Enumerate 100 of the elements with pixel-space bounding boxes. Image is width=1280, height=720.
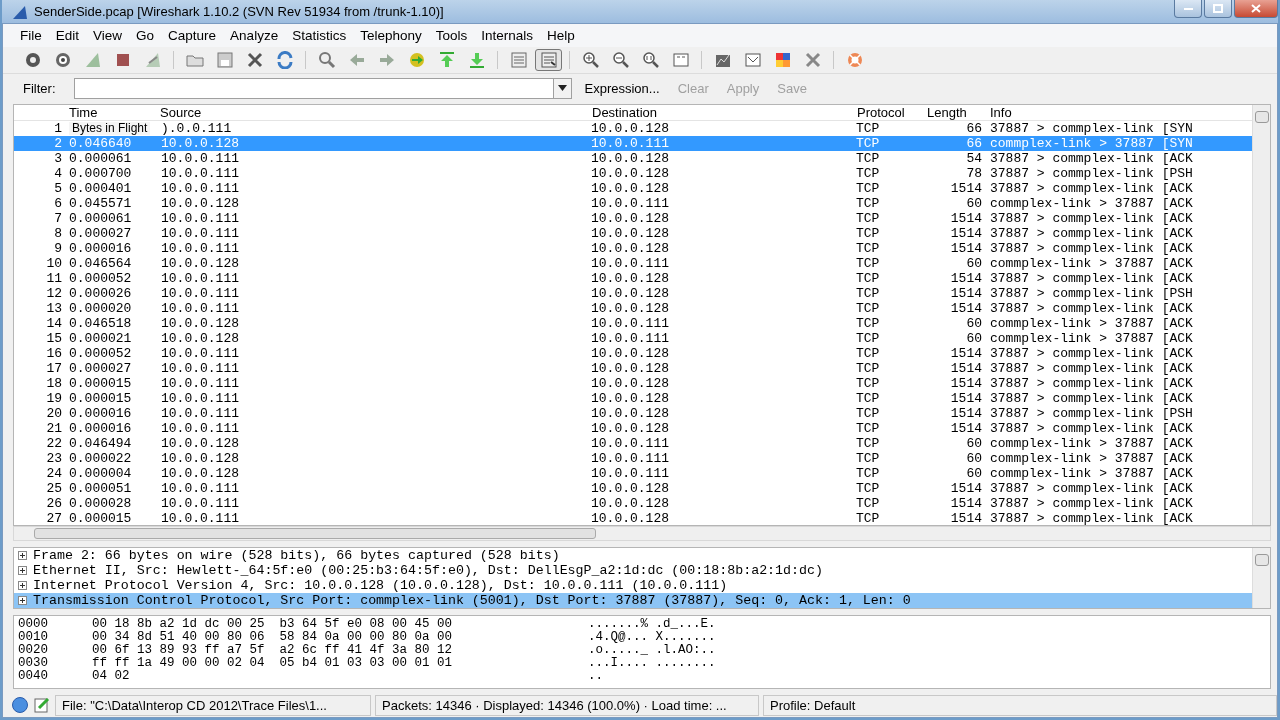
packet-row[interactable]: 16 0.000052 10.0.0.111 10.0.0.128 TCP 1514 37887 > commplex-link [ACK — [14, 346, 1252, 361]
packet-row[interactable]: 23 0.000022 10.0.0.128 10.0.0.111 TCP 60 commplex-link > 37887 [ACK — [14, 451, 1252, 466]
packet-row[interactable]: 25 0.000051 10.0.0.111 10.0.0.128 TCP 1514 37887 > commplex-link [ACK — [14, 481, 1252, 496]
column-header[interactable]: Source — [160, 105, 592, 120]
expert-info-icon[interactable] — [11, 696, 29, 714]
menu-item[interactable]: Internals — [476, 26, 538, 45]
table-cell-text: 10.0.0.128 — [161, 436, 240, 451]
scrollbar[interactable] — [1252, 105, 1270, 525]
packet-row[interactable]: 1 Bytes in Flight ).0.0.111 10.0.0.128 TCP 66 37887 > commplex-link [SYN — [14, 121, 1252, 136]
table-cell-text: 0.000016 — [68, 241, 133, 256]
table-cell-text: 10.0.0.111 — [161, 496, 240, 511]
menu-item[interactable]: Analyze — [225, 26, 284, 45]
resize-columns-icon — [671, 51, 690, 69]
tooltip: Bytes in Flight — [69, 122, 151, 135]
expand-icon[interactable] — [18, 581, 27, 590]
table-cell-text: 10.0.0.128 — [161, 331, 240, 346]
table-cell-text: 10.0.0.128 — [591, 361, 670, 376]
filter-action-button[interactable]: Expression... — [579, 80, 665, 96]
comment-icon[interactable] — [33, 696, 51, 714]
expand-icon[interactable] — [18, 551, 27, 560]
packet-row[interactable]: 6 0.045571 10.0.0.128 10.0.0.111 TCP 60 commplex-link > 37887 [ACK — [14, 196, 1252, 211]
packet-row[interactable]: 20 0.000016 10.0.0.111 10.0.0.128 TCP 1514 37887 > commplex-link [PSH — [14, 406, 1252, 421]
detail-row[interactable]: Ethernet II, Src: Hewlett-_64:5f:e0 (00:25:b3:64:5f:e0), Dst: DellEsgP_a2:1d:dc (00:18:8b:a2:1d:dc) — [14, 563, 1252, 578]
table-cell-text: 9 — [53, 241, 62, 256]
packet-row[interactable]: 7 0.000061 10.0.0.111 10.0.0.128 TCP 1514 37887 > commplex-link [ACK — [14, 211, 1252, 226]
table-cell-text: 10.0.0.128 — [161, 196, 240, 211]
table-cell-text: 10.0.0.128 — [161, 451, 240, 466]
packet-row[interactable]: 27 0.000015 10.0.0.111 10.0.0.128 TCP 1514 37887 > commplex-link [ACK — [14, 511, 1252, 525]
table-cell-text: 1514 — [949, 421, 982, 436]
column-header[interactable]: Info — [990, 105, 1012, 120]
table-cell-text: 15 — [45, 331, 62, 346]
menu-item[interactable]: Telephony — [355, 26, 427, 45]
packet-row[interactable]: 15 0.000021 10.0.0.128 10.0.0.111 TCP 60 commplex-link > 37887 [ACK — [14, 331, 1252, 346]
packet-row[interactable]: 19 0.000015 10.0.0.111 10.0.0.128 TCP 1514 37887 > commplex-link [ACK — [14, 391, 1252, 406]
table-cell-text: 10.0.0.111 — [161, 226, 240, 241]
packet-row[interactable]: 5 0.000401 10.0.0.111 10.0.0.128 TCP 1514 37887 > commplex-link [ACK — [14, 181, 1252, 196]
packet-row[interactable]: 4 0.000700 10.0.0.111 10.0.0.128 TCP 78 37887 > commplex-link [PSH — [14, 166, 1252, 181]
table-cell-text: 10.0.0.128 — [591, 421, 670, 436]
profile-status[interactable]: Profile: Default — [763, 694, 1277, 716]
detail-row[interactable]: Frame 2: 66 bytes on wire (528 bits), 66 bytes captured (528 bits) — [14, 548, 1252, 563]
table-cell-text: 0.000061 — [68, 211, 133, 226]
close-button[interactable] — [1234, 0, 1278, 18]
table-cell-text: 37887 > commplex-link [ACK — [989, 421, 1193, 436]
packet-row[interactable]: 11 0.000052 10.0.0.111 10.0.0.128 TCP 1514 37887 > commplex-link [ACK — [14, 271, 1252, 286]
table-cell-text: 0.000016 — [68, 406, 133, 421]
column-header[interactable]: Destination — [592, 105, 857, 120]
detail-row[interactable]: Internet Protocol Version 4, Src: 10.0.0.128 (10.0.0.128), Dst: 10.0.0.111 (10.0.0.111) — [14, 578, 1252, 593]
expand-icon[interactable] — [18, 566, 27, 575]
packet-row[interactable]: 18 0.000015 10.0.0.111 10.0.0.128 TCP 1514 37887 > commplex-link [ACK — [14, 376, 1252, 391]
hex-bytes: ff ff 1a 49 00 00 02 04 05 b4 01 03 03 00 01 01 — [92, 657, 454, 670]
table-cell-text: 10.0.0.128 — [591, 121, 670, 136]
menu-item[interactable]: Tools — [430, 26, 473, 45]
packet-row[interactable]: 10 0.046564 10.0.0.128 10.0.0.111 TCP 60 commplex-link > 37887 [ACK — [14, 256, 1252, 271]
packet-row[interactable]: 14 0.046518 10.0.0.128 10.0.0.111 TCP 60 commplex-link > 37887 [ACK — [14, 316, 1252, 331]
table-cell-text: 37887 > commplex-link [ACK — [989, 241, 1193, 256]
column-header[interactable]: Length — [927, 105, 990, 120]
packet-row[interactable]: 13 0.000020 10.0.0.111 10.0.0.128 TCP 1514 37887 > commplex-link [ACK — [14, 301, 1252, 316]
autoscroll-icon — [539, 51, 558, 69]
autoscroll-button[interactable] — [535, 49, 562, 71]
table-cell-text: 0.046564 — [68, 256, 133, 271]
packet-row[interactable]: 3 0.000061 10.0.0.111 10.0.0.128 TCP 54 37887 > commplex-link [ACK — [14, 151, 1252, 166]
ascii-text: .4.Q@... X....... — [588, 631, 716, 644]
scrollbar[interactable] — [1252, 548, 1270, 608]
detail-row[interactable]: Transmission Control Protocol, Src Port: commplex-link (5001), Dst Port: 37887 (37887), Seq: 0, Ack: 1, Len: 0 — [14, 593, 1252, 608]
packet-row[interactable]: 17 0.000027 10.0.0.111 10.0.0.128 TCP 1514 37887 > commplex-link [ACK — [14, 361, 1252, 376]
table-cell-text: 20 — [45, 406, 62, 421]
menu-item[interactable]: Capture — [163, 26, 222, 45]
maximize-button[interactable] — [1204, 0, 1232, 18]
table-cell-text: 10.0.0.111 — [161, 346, 240, 361]
column-header[interactable]: Protocol — [857, 105, 927, 120]
filter-field[interactable] — [73, 77, 572, 99]
table-cell-text: 78 — [965, 166, 982, 181]
table-cell-text: commplex-link > 37887 [ACK — [989, 331, 1193, 346]
packet-row[interactable]: 22 0.046494 10.0.0.128 10.0.0.111 TCP 60 commplex-link > 37887 [ACK — [14, 436, 1252, 451]
table-cell-text: 37887 > commplex-link [ACK — [989, 391, 1193, 406]
table-cell-text: 0.000022 — [68, 451, 133, 466]
column-header[interactable]: Time — [14, 105, 160, 120]
menu-item[interactable]: Statistics — [287, 26, 352, 45]
packet-row[interactable]: 26 0.000028 10.0.0.111 10.0.0.128 TCP 1514 37887 > commplex-link [ACK — [14, 496, 1252, 511]
menu-item[interactable]: View — [88, 26, 128, 45]
expand-icon[interactable] — [18, 596, 27, 605]
packet-row[interactable]: 9 0.000016 10.0.0.111 10.0.0.128 TCP 1514 37887 > commplex-link [ACK — [14, 241, 1252, 256]
menu-item[interactable]: Help — [542, 26, 580, 45]
menu-item[interactable]: File — [15, 26, 47, 45]
packet-row[interactable]: 24 0.000004 10.0.0.128 10.0.0.111 TCP 60 commplex-link > 37887 [ACK — [14, 466, 1252, 481]
table-cell-text: 60 — [965, 196, 982, 211]
table-cell-text: 10.0.0.111 — [161, 421, 240, 436]
packet-row[interactable]: 8 0.000027 10.0.0.111 10.0.0.128 TCP 1514 37887 > commplex-link [ACK — [14, 226, 1252, 241]
menu-item[interactable]: Go — [131, 26, 160, 45]
scrollbar[interactable] — [13, 526, 1271, 541]
minimize-icon — [1183, 7, 1193, 10]
table-cell-text: 10.0.0.111 — [161, 391, 240, 406]
packet-row[interactable]: 12 0.000026 10.0.0.111 10.0.0.128 TCP 1514 37887 > commplex-link [PSH — [14, 286, 1252, 301]
packet-row[interactable]: 21 0.000016 10.0.0.111 10.0.0.128 TCP 1514 37887 > commplex-link [ACK — [14, 421, 1252, 436]
table-cell-text: 10.0.0.128 — [591, 181, 670, 196]
minimize-button[interactable] — [1174, 0, 1202, 18]
menu-item[interactable]: Edit — [50, 26, 85, 45]
table-cell-text: 10.0.0.128 — [591, 511, 670, 525]
table-cell-text: 10.0.0.128 — [591, 241, 670, 256]
shark-fin-icon — [83, 51, 102, 69]
